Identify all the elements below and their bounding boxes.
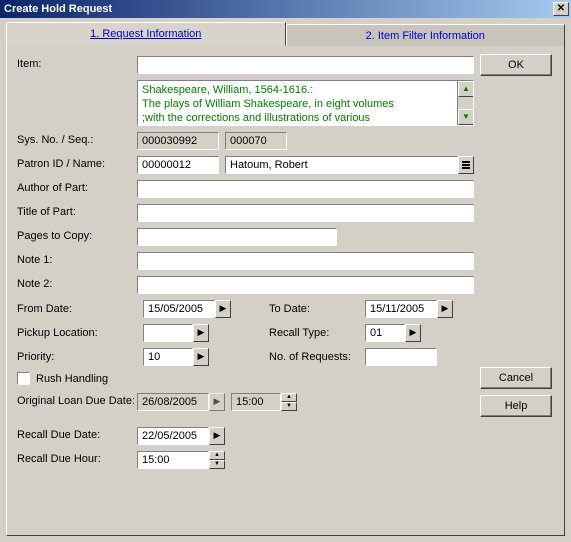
note1-label: Note 1: <box>17 252 137 266</box>
priority-input[interactable] <box>143 348 193 366</box>
note2-label: Note 2: <box>17 276 137 290</box>
list-icon <box>461 160 471 170</box>
to-date-label: To Date: <box>269 303 359 315</box>
orig-due-time-input <box>231 393 281 411</box>
recall-due-hour-label: Recall Due Hour: <box>17 451 137 465</box>
priority-picker-button[interactable]: ▶ <box>193 348 209 366</box>
pages-label: Pages to Copy: <box>17 228 137 242</box>
patron-name-input[interactable] <box>225 156 458 174</box>
tab-item-filter-information[interactable]: 2. Item Filter Information <box>286 24 566 46</box>
scroll-up-icon[interactable]: ▲ <box>458 81 474 97</box>
pickup-label: Pickup Location: <box>17 327 137 339</box>
spinner-up-icon[interactable]: ▲ <box>209 451 225 460</box>
spinner-up-icon: ▲ <box>281 393 297 402</box>
help-button[interactable]: Help <box>480 395 552 417</box>
rush-handling-label[interactable]: Rush Handling <box>36 373 108 385</box>
seq-input <box>225 132 287 150</box>
scroll-down-icon[interactable]: ▼ <box>458 109 474 125</box>
priority-label: Priority: <box>17 351 137 363</box>
orig-due-date-input <box>137 393 209 411</box>
recall-due-date-label: Recall Due Date: <box>17 427 137 441</box>
titlebar: Create Hold Request ✕ <box>0 0 571 18</box>
no-requests-label: No. of Requests: <box>269 351 359 363</box>
to-date-picker-button[interactable]: ▶ <box>437 300 453 318</box>
to-date-input[interactable] <box>365 300 437 318</box>
recall-type-input[interactable] <box>365 324 405 342</box>
pickup-picker-button[interactable]: ▶ <box>193 324 209 342</box>
recall-type-picker-button[interactable]: ▶ <box>405 324 421 342</box>
tab-strip: 1. Request Information 2. Item Filter In… <box>6 24 565 46</box>
sysno-label: Sys. No. / Seq.: <box>17 132 137 146</box>
item-desc-line2: The plays of William Shakespeare, in eig… <box>142 97 469 111</box>
pickup-input[interactable] <box>143 324 193 342</box>
orig-due-date-picker-button: ▶ <box>209 393 225 411</box>
item-label: Item: <box>17 56 137 70</box>
tab-request-information[interactable]: 1. Request Information <box>6 22 286 46</box>
patron-lookup-button[interactable] <box>458 156 474 174</box>
sysno-input <box>137 132 219 150</box>
item-desc-line1: Shakespeare, William, 1564-1616.: <box>142 83 469 97</box>
tab-content: OK Item: Shakespeare, William, 1564-1616… <box>6 46 565 536</box>
patron-id-input[interactable] <box>137 156 219 174</box>
close-button[interactable]: ✕ <box>553 2 569 16</box>
recall-due-hour-input[interactable] <box>137 451 209 469</box>
spinner-down-icon: ▼ <box>281 402 297 411</box>
ok-button[interactable]: OK <box>480 54 552 76</box>
title-label: Title of Part: <box>17 204 137 218</box>
spinner-down-icon[interactable]: ▼ <box>209 460 225 469</box>
recall-due-date-input[interactable] <box>137 427 209 445</box>
rush-handling-checkbox[interactable] <box>17 372 30 385</box>
from-date-picker-button[interactable]: ▶ <box>215 300 231 318</box>
item-description: Shakespeare, William, 1564-1616.: The pl… <box>137 80 474 126</box>
title-input[interactable] <box>137 204 474 222</box>
item-desc-line3: ;with the corrections and illustrations … <box>142 111 469 125</box>
cancel-button[interactable]: Cancel <box>480 367 552 389</box>
patron-label: Patron ID / Name: <box>17 156 137 170</box>
recall-due-date-picker-button[interactable]: ▶ <box>209 427 225 445</box>
note2-input[interactable] <box>137 276 474 294</box>
recall-due-hour-spinner[interactable]: ▲ ▼ <box>209 451 225 469</box>
orig-due-label: Original Loan Due Date: <box>17 393 137 407</box>
from-date-label: From Date: <box>17 303 137 315</box>
window-title: Create Hold Request <box>4 3 553 15</box>
no-requests-input[interactable] <box>365 348 437 366</box>
recall-type-label: Recall Type: <box>269 327 359 339</box>
item-input[interactable] <box>137 56 474 74</box>
orig-due-time-spinner: ▲ ▼ <box>281 393 297 411</box>
note1-input[interactable] <box>137 252 474 270</box>
pages-input[interactable] <box>137 228 337 246</box>
author-label: Author of Part: <box>17 180 137 194</box>
from-date-input[interactable] <box>143 300 215 318</box>
author-input[interactable] <box>137 180 474 198</box>
item-desc-scrollbar[interactable]: ▲ ▼ <box>457 81 473 125</box>
